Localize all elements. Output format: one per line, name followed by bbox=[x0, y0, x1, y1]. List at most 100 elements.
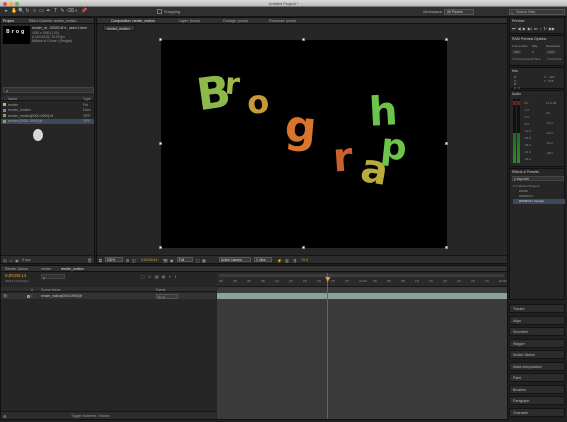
transparency-grid-icon[interactable]: ▦ bbox=[202, 258, 206, 263]
transform-handle[interactable] bbox=[302, 246, 305, 249]
first-frame-icon[interactable]: ⏮ bbox=[512, 26, 516, 31]
safe-zones-icon[interactable]: ⊞ bbox=[126, 258, 129, 263]
magnification-dropdown[interactable]: 100% bbox=[105, 257, 123, 262]
transform-handle[interactable] bbox=[159, 38, 162, 41]
visibility-eye-icon[interactable]: 👁 bbox=[3, 294, 7, 298]
playhead[interactable] bbox=[327, 273, 329, 419]
snapping-checkbox[interactable] bbox=[157, 9, 162, 14]
work-area-bar[interactable] bbox=[219, 274, 504, 277]
list-item[interactable]: render.[0000- 0090].tif TIFF bbox=[1, 118, 94, 124]
shy-icon[interactable]: ☺ bbox=[148, 274, 152, 279]
tool-0-icon[interactable]: ▸ bbox=[4, 9, 9, 14]
always-preview-icon[interactable]: ⧉ bbox=[99, 258, 102, 263]
frame-blending-icon[interactable]: ▤ bbox=[155, 274, 159, 279]
panel-tracker[interactable]: Tracker bbox=[509, 304, 565, 313]
timeline-search-input[interactable]: ρ bbox=[41, 274, 65, 280]
toggle-switches-modes[interactable]: Toggle Switches / Modes bbox=[71, 414, 110, 418]
resolution-value-ram[interactable]: Auto bbox=[546, 50, 557, 54]
bit-depth-label[interactable]: 8 bpc bbox=[22, 258, 31, 262]
column-source-name[interactable]: Source Name bbox=[41, 288, 61, 292]
tab-project[interactable]: Project bbox=[3, 19, 14, 23]
layer-switches-icon[interactable]: ⚙ bbox=[3, 414, 7, 419]
transform-handle[interactable] bbox=[445, 246, 448, 249]
previous-frame-icon[interactable]: ◀ bbox=[518, 26, 521, 31]
camera-dropdown[interactable]: Active Camera bbox=[219, 257, 251, 262]
column-name[interactable]: Name bbox=[8, 97, 17, 101]
graph-editor-icon[interactable]: ⌇ bbox=[175, 274, 177, 279]
new-folder-icon[interactable]: ▭ bbox=[9, 258, 13, 263]
tool-4-icon[interactable]: ⊹ bbox=[32, 9, 37, 14]
parent-dropdown[interactable]: None bbox=[156, 293, 178, 299]
effect-item[interactable]: RSMB Pro Vectors bbox=[513, 199, 565, 204]
tab-render[interactable]: render bbox=[41, 267, 51, 271]
tool-10-icon[interactable]: ◐ bbox=[74, 9, 79, 14]
view-layout-dropdown[interactable]: 1 View bbox=[254, 257, 272, 262]
panel-smoother[interactable]: Smoother bbox=[509, 327, 565, 336]
transform-handle[interactable] bbox=[445, 38, 448, 41]
timeline-current-time[interactable]: 0;00;00;14 bbox=[5, 273, 26, 278]
composition-canvas[interactable]: B r o g r a h p bbox=[159, 38, 448, 249]
tab-render-motion[interactable]: render_motion bbox=[61, 267, 84, 271]
layer-name[interactable]: render_motion[0000-0090].tif bbox=[41, 294, 82, 298]
tab-effect-controls[interactable]: Effect Controls: render_motion bbox=[29, 19, 76, 23]
motion-blur-icon[interactable]: ◍ bbox=[162, 274, 166, 279]
flowchart-icon[interactable]: ⇶ bbox=[293, 258, 296, 263]
trash-icon[interactable]: 🗑 bbox=[87, 258, 92, 263]
panel-mask-interpolation[interactable]: Mask Interpolation bbox=[509, 361, 565, 371]
panel-paint[interactable]: Paint bbox=[509, 373, 565, 382]
project-search-input[interactable]: ρ bbox=[3, 87, 94, 93]
tool-6-icon[interactable]: ✒ bbox=[46, 9, 51, 14]
layer-duration-bar[interactable] bbox=[217, 293, 507, 299]
region-of-interest-icon[interactable]: ▢ bbox=[196, 258, 200, 263]
time-ruler[interactable]: 00f 03f 06f 09f 12f 15f 18f 21f 24f 27f 01:00f 03f 0… bbox=[217, 273, 507, 287]
tab-footage[interactable]: Footage: (none) bbox=[223, 19, 248, 23]
timeline-icon[interactable]: ▥ bbox=[285, 258, 289, 263]
from-current-time-checkbox[interactable]: ☑ From Current Time bbox=[512, 57, 541, 61]
color-channel-icon[interactable]: ◉ bbox=[170, 258, 174, 263]
panel-paragraph[interactable]: Paragraph bbox=[509, 396, 565, 405]
snapshot-icon[interactable]: 📷 bbox=[163, 258, 168, 263]
transform-handle[interactable] bbox=[159, 246, 162, 249]
tool-3-icon[interactable]: ↻ bbox=[25, 9, 30, 14]
frame-rate-value[interactable]: (30) bbox=[512, 50, 522, 54]
interpret-footage-icon[interactable]: ▤ bbox=[3, 258, 7, 263]
draft-3d-icon[interactable]: ⬚ bbox=[141, 274, 145, 279]
search-help-field[interactable]: ⌕ Search Help bbox=[509, 8, 565, 15]
exposure-value[interactable]: +0.0 bbox=[301, 258, 308, 262]
composition-subtab[interactable]: render_motion bbox=[103, 25, 135, 31]
panel-align[interactable]: Align bbox=[509, 315, 565, 325]
tab-composition[interactable]: Composition: render_motion bbox=[111, 19, 155, 23]
tool-7-icon[interactable]: T bbox=[53, 9, 58, 14]
tab-layer[interactable]: Layer: (none) bbox=[179, 19, 200, 23]
panel-motion-sketch[interactable]: Motion Sketch bbox=[509, 350, 565, 359]
skip-value[interactable]: 0 bbox=[532, 50, 534, 54]
resolution-dropdown[interactable]: Full bbox=[177, 257, 193, 262]
panel-wiggler[interactable]: Wiggler bbox=[509, 338, 565, 348]
effects-search-input[interactable]: ρ trapcode bbox=[512, 176, 564, 181]
panel-brushes[interactable]: Brushes bbox=[509, 384, 565, 394]
fast-previews-icon[interactable]: ⚡ bbox=[277, 258, 282, 263]
play-icon[interactable]: ▶ bbox=[523, 26, 526, 31]
column-type[interactable]: Type bbox=[83, 97, 91, 101]
transform-handle[interactable] bbox=[159, 142, 162, 145]
brainstorm-icon[interactable]: ✧ bbox=[168, 274, 171, 279]
tool-11-icon[interactable]: 📌 bbox=[81, 9, 87, 14]
mask-visibility-icon[interactable]: ◫ bbox=[132, 258, 136, 263]
timeline-track-area[interactable]: 00f 03f 06f 09f 12f 15f 18f 21f 24f 27f 01:00f 03f 0… bbox=[217, 273, 507, 419]
tool-5-icon[interactable]: ▭ bbox=[39, 9, 44, 14]
last-frame-icon[interactable]: ⏭ bbox=[534, 26, 538, 31]
transform-handle[interactable] bbox=[302, 38, 305, 41]
panel-character[interactable]: Character bbox=[509, 407, 565, 417]
tool-8-icon[interactable]: ✎ bbox=[60, 9, 65, 14]
transform-handle[interactable] bbox=[445, 142, 448, 145]
full-screen-checkbox[interactable]: ☐ Full Scre bbox=[546, 57, 561, 61]
layer-label-color[interactable] bbox=[27, 294, 30, 298]
new-composition-icon[interactable]: ▣ bbox=[15, 258, 19, 263]
workspace-dropdown[interactable]: All Panels bbox=[444, 8, 474, 15]
tab-flowchart[interactable]: Flowchart: (none) bbox=[269, 19, 296, 23]
tool-2-icon[interactable]: 🔍 bbox=[18, 9, 24, 14]
loop-icon[interactable]: ↻ bbox=[544, 26, 547, 31]
table-row[interactable]: 👁 1 render_motion[0000-0090].tif None bbox=[1, 293, 216, 299]
column-parent[interactable]: Parent bbox=[156, 288, 165, 292]
tool-1-icon[interactable]: ✋ bbox=[11, 9, 17, 14]
